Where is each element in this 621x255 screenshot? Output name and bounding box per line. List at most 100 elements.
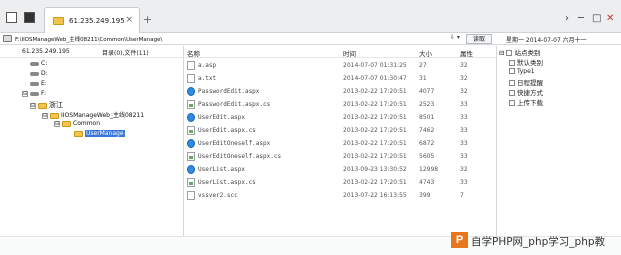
file-size: 4743 bbox=[419, 179, 435, 186]
nav-arrow-icon[interactable]: › bbox=[565, 13, 569, 24]
sidebar-item-site-category[interactable]: ⊟ 站点类别 bbox=[499, 47, 540, 57]
aspx-icon bbox=[187, 165, 195, 174]
file-row[interactable]: UserEditOneself.aspx.cs 2013-02-22 17:20… bbox=[185, 151, 496, 163]
watermark-text: 自学PHP网_php学习_php教 bbox=[471, 236, 606, 248]
sidebar-item-type1[interactable]: Type1 bbox=[509, 67, 535, 75]
new-tab-button[interactable]: + bbox=[143, 13, 152, 26]
file-row[interactable]: PasswordEdit.aspx 2013-02-22 17:20:51 40… bbox=[185, 86, 496, 98]
file-time: 2014-07-07 01:31:25 bbox=[343, 62, 407, 69]
file-row[interactable]: UserList.aspx.cs 2013-02-22 17:20:51 474… bbox=[185, 177, 496, 189]
folder-icon bbox=[50, 112, 59, 119]
file-size: 399 bbox=[419, 192, 431, 199]
path-input[interactable]: F:\IIOSManageWeb_主线08211\Common\UserMana… bbox=[15, 35, 162, 43]
folder-icon bbox=[62, 120, 71, 127]
drive-icon bbox=[30, 91, 39, 96]
aspx-icon bbox=[187, 87, 195, 96]
transfer-icon bbox=[509, 100, 515, 106]
file-row[interactable]: UserList.aspx 2013-09-23 13:30:52 12998 … bbox=[185, 164, 496, 176]
sidebar-item-uploads[interactable]: 上传下载 bbox=[509, 97, 543, 107]
cs-icon bbox=[187, 152, 195, 161]
tree-label: F: bbox=[41, 90, 47, 97]
file-attr: 33 bbox=[460, 127, 468, 134]
sidebar-item-label: 上传下载 bbox=[517, 99, 543, 107]
cs-icon bbox=[187, 100, 195, 109]
tree-label: Common bbox=[73, 120, 101, 127]
file-row[interactable]: UserEdit.aspx.cs 2013-02-22 17:20:51 746… bbox=[185, 125, 496, 137]
file-row[interactable]: PasswordEdit.aspx.cs 2013-02-22 17:20:51… bbox=[185, 99, 496, 111]
tree-item-iiosmanageweb[interactable]: ⊟ IIOSManageWeb_主线08211 bbox=[42, 110, 144, 119]
file-attr: 33 bbox=[460, 179, 468, 186]
sidebar-item-label: 快捷方式 bbox=[517, 89, 543, 97]
file-time: 2013-02-22 17:20:51 bbox=[343, 101, 407, 108]
window-menu-icon[interactable] bbox=[6, 12, 17, 23]
file-attr: 33 bbox=[460, 114, 468, 121]
column-header-time[interactable]: 时间 bbox=[343, 48, 356, 58]
sidebar-item-schedule[interactable]: 日程提醒 bbox=[509, 77, 543, 87]
column-header-attr[interactable]: 属性 bbox=[460, 48, 473, 58]
maximize-button[interactable]: □ bbox=[592, 13, 601, 24]
file-time: 2013-02-22 17:20:51 bbox=[343, 140, 407, 147]
tree-item-drive-e[interactable]: E: bbox=[30, 80, 47, 87]
file-name: PasswordEdit.aspx bbox=[198, 88, 260, 95]
file-name: UserEditOneself.aspx.cs bbox=[198, 153, 282, 160]
sidebar-item-default-category[interactable]: 默认类别 bbox=[509, 57, 543, 67]
document-icon bbox=[187, 61, 195, 70]
drive-icon bbox=[30, 81, 39, 86]
folder-icon bbox=[53, 17, 64, 25]
tree-item-drive-f[interactable]: ⊟ F: bbox=[22, 90, 46, 97]
sidebar-item-shortcuts[interactable]: 快捷方式 bbox=[509, 87, 543, 97]
close-tab-icon[interactable]: × bbox=[125, 15, 133, 25]
file-name: a.txt bbox=[198, 75, 217, 82]
collapse-icon[interactable]: ⊟ bbox=[22, 90, 28, 97]
cs-icon bbox=[187, 178, 195, 187]
checkbox[interactable] bbox=[509, 68, 515, 74]
file-list-header bbox=[185, 46, 496, 58]
collapse-icon[interactable]: ⊟ bbox=[30, 102, 36, 109]
tree-label-selected: UserManage bbox=[85, 130, 125, 137]
tree-item-zhejiang[interactable]: ⊟ 浙江 bbox=[30, 100, 63, 110]
aspx-icon bbox=[187, 113, 195, 122]
collapse-icon[interactable]: ⊟ bbox=[42, 112, 48, 119]
file-time: 2013-02-22 17:20:51 bbox=[343, 127, 407, 134]
sidebar-item-label: 日程提醒 bbox=[517, 79, 543, 87]
checkbox[interactable] bbox=[509, 60, 515, 66]
file-row[interactable]: UserEdit.aspx 2013-02-22 17:20:51 8501 3… bbox=[185, 112, 496, 124]
file-time: 2013-02-22 17:20:51 bbox=[343, 114, 407, 121]
tab-current[interactable]: 61.235.249.195 × bbox=[44, 7, 140, 33]
tree-item-drive-c[interactable]: C: bbox=[30, 60, 47, 67]
file-size: 8501 bbox=[419, 114, 435, 121]
tree-label: D: bbox=[41, 70, 48, 77]
file-row[interactable]: a.asp 2014-07-07 01:31:25 27 32 bbox=[185, 60, 496, 72]
tree-item-usermanage[interactable]: UserManage bbox=[74, 130, 125, 137]
file-time: 2013-09-23 13:30:52 bbox=[343, 166, 407, 173]
close-window-button[interactable]: ✕ bbox=[606, 13, 614, 24]
file-size: 27 bbox=[419, 62, 427, 69]
column-header-name[interactable]: 名称 bbox=[187, 48, 200, 58]
tree-label: IIOSManageWeb_主线08211 bbox=[61, 112, 145, 119]
file-attr: 32 bbox=[460, 62, 468, 69]
tree-item-drive-d[interactable]: D: bbox=[30, 70, 48, 77]
drive-icon bbox=[30, 71, 39, 76]
shortcut-icon bbox=[509, 90, 515, 96]
file-time: 2013-02-22 17:20:51 bbox=[343, 88, 407, 95]
collapse-icon[interactable]: ⊟ bbox=[54, 120, 60, 127]
file-row[interactable]: a.txt 2014-07-07 01:30:47 31 32 bbox=[185, 73, 496, 85]
file-attr: 32 bbox=[460, 88, 468, 95]
file-row[interactable]: UserEditOneself.aspx 2013-02-22 17:20:51… bbox=[185, 138, 496, 150]
file-size: 2523 bbox=[419, 101, 435, 108]
file-row[interactable]: vssver2.scc 2013-07-22 16:13:55 399 7 bbox=[185, 190, 496, 202]
minimize-button[interactable]: ─ bbox=[578, 13, 584, 24]
column-header-size[interactable]: 大小 bbox=[419, 48, 432, 58]
collapse-icon[interactable]: ⊟ bbox=[499, 49, 504, 57]
server-ip: 61.235.249.195 bbox=[22, 48, 70, 55]
read-button[interactable]: 读取 bbox=[466, 34, 492, 44]
file-attr: 33 bbox=[460, 101, 468, 108]
file-name: PasswordEdit.aspx.cs bbox=[198, 101, 271, 108]
path-dropdown-icon[interactable]: ⇩ ▾ bbox=[450, 34, 460, 41]
file-attr: 32 bbox=[460, 166, 468, 173]
directory-tree-panel bbox=[0, 46, 184, 236]
panel-toggle-icon[interactable] bbox=[24, 12, 35, 23]
file-attr: 33 bbox=[460, 140, 468, 147]
tree-item-common[interactable]: ⊟ Common bbox=[54, 120, 100, 127]
folder-open-icon bbox=[74, 130, 83, 137]
